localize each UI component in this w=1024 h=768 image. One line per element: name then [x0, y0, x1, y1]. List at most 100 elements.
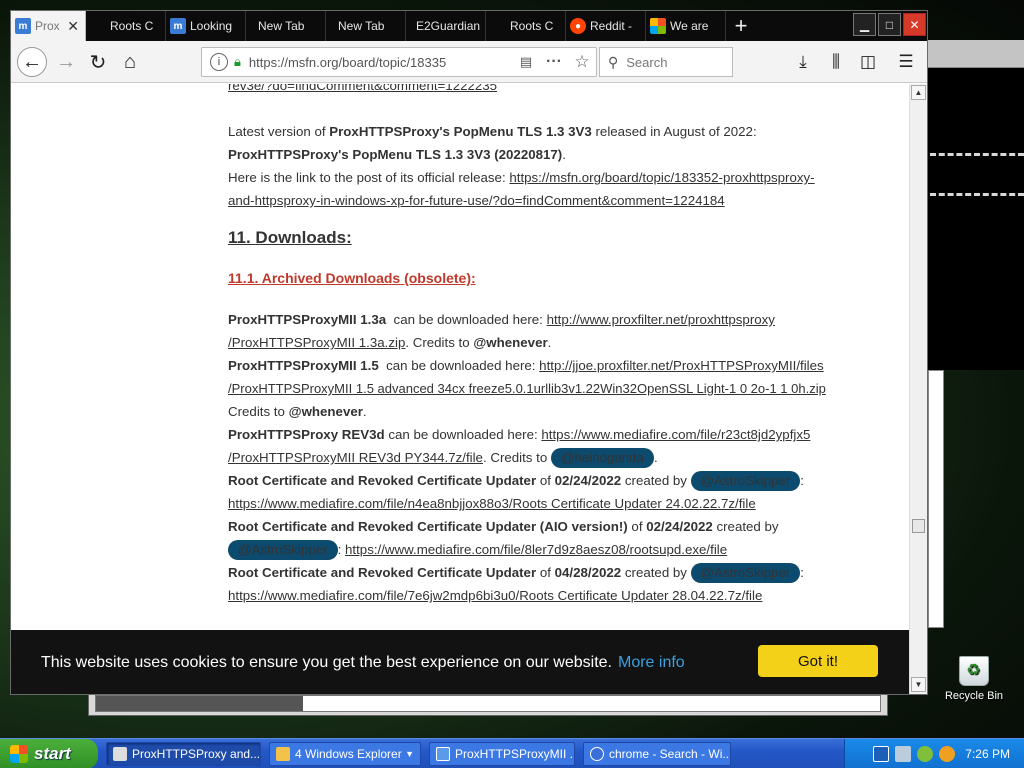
info-icon[interactable]: i — [210, 53, 228, 71]
recycle-bin-label: Recycle Bin — [944, 690, 1004, 702]
sidebar-icon[interactable]: ◫ — [853, 47, 883, 77]
tab-new-tab-1[interactable]: New Tab — [246, 11, 326, 41]
tab-bar: m Prox ✕ Roots C m Looking New Tab New T… — [11, 11, 927, 41]
text: Credits to — [228, 404, 289, 419]
taskbar-item-windows-explorer[interactable]: 4 Windows Explorer ▼ — [269, 741, 421, 766]
close-window-icon[interactable]: ✕ — [903, 13, 926, 36]
network-tray-icon[interactable] — [917, 746, 934, 762]
text: created by — [621, 565, 691, 580]
lock-icon[interactable]: 🔒︎ — [234, 54, 241, 70]
download-name: Root Certificate and Revoked Certificate… — [228, 565, 537, 580]
navigation-toolbar: ← → ↻ ⌂ i 🔒︎ https://msfn.org/board/topi… — [11, 41, 927, 83]
download-link[interactable]: https://www.mediafire.com/file/r23ct8jd2… — [541, 427, 810, 442]
tab-roots-1[interactable]: Roots C — [86, 11, 166, 41]
home-button[interactable]: ⌂ — [115, 47, 145, 77]
user-mention[interactable]: @whenever — [289, 404, 363, 419]
url-text[interactable]: https://msfn.org/board/topic/18335 — [249, 55, 512, 70]
background-terminal-window — [928, 40, 1024, 370]
user-mention-pill[interactable]: @AstroSkipper — [690, 471, 801, 491]
tab-label: Roots C — [110, 19, 154, 33]
background-progress-fill — [96, 696, 303, 711]
taskbar-item-proxhttpsproxymii[interactable]: ProxHTTPSProxyMII ... — [429, 741, 575, 766]
chevron-down-icon: ▼ — [405, 748, 414, 759]
maximize-icon[interactable]: □ — [878, 13, 901, 36]
release-link[interactable]: https://msfn.org/board/topic/183352-prox… — [509, 170, 814, 185]
download-link[interactable]: http://jjoe.proxfilter.net/ProxHTTPSProx… — [539, 358, 824, 373]
search-input[interactable]: ⚲ Search — [599, 47, 733, 77]
tab-proxhttpsproxy[interactable]: m Prox ✕ — [11, 11, 86, 41]
downloads-icon[interactable]: ⤓ — [788, 47, 818, 77]
tab-we-are[interactable]: We are — [646, 11, 726, 41]
forward-button[interactable]: → — [51, 47, 81, 77]
back-button[interactable]: ← — [17, 47, 47, 77]
app-icon — [436, 746, 450, 761]
start-button[interactable]: start — [0, 738, 98, 768]
download-link[interactable]: https://www.mediafire.com/file/8ler7d9z8… — [345, 542, 727, 557]
scroll-down-icon[interactable]: ▼ — [911, 677, 926, 692]
taskbar-item-chrome-search[interactable]: chrome - Search - Wi... — [583, 741, 731, 766]
security-tray-icon[interactable] — [873, 746, 890, 762]
download-link[interactable]: /ProxHTTPSProxyMII REV3d PY344.7z/file — [228, 450, 483, 465]
user-mention-pill[interactable]: @AstroSkipper — [690, 563, 801, 583]
archived-downloads-heading: 11.1. Archived Downloads (obsolete): — [228, 270, 476, 286]
minimize-icon[interactable]: ▁ — [853, 13, 876, 36]
tab-e2guardian[interactable]: E2Guardian — [406, 11, 486, 41]
download-name: Root Certificate and Revoked Certificate… — [228, 473, 537, 488]
recycle-bin-desktop-icon[interactable]: ♻ Recycle Bin — [942, 656, 1006, 702]
download-name: ProxHTTPSProxy REV3d — [228, 427, 385, 442]
text: created by — [712, 519, 779, 534]
menu-icon[interactable]: ☰ — [891, 47, 921, 77]
text: . Credits to — [482, 450, 551, 465]
tab-looking[interactable]: m Looking — [166, 11, 246, 41]
release-link[interactable]: and-httpsproxy-in-windows-xp-for-future-… — [228, 193, 725, 208]
scrollbar-thumb[interactable] — [912, 519, 925, 533]
download-link[interactable]: https://www.mediafire.com/file/n4ea8nbjj… — [228, 496, 756, 511]
tab-label: We are — [670, 19, 709, 33]
user-mention-pill[interactable]: @AstroSkipper — [228, 540, 338, 560]
search-tray-icon[interactable] — [939, 746, 956, 762]
tab-new-tab-2[interactable]: New Tab — [326, 11, 406, 41]
reload-icon: ↻ — [89, 51, 107, 74]
background-progress-field — [95, 695, 881, 712]
address-bar[interactable]: i 🔒︎ https://msfn.org/board/topic/18335 … — [201, 47, 597, 77]
library-icon[interactable]: ⫼ — [821, 47, 851, 77]
clock[interactable]: 7:26 PM — [965, 747, 1010, 761]
vertical-scrollbar[interactable]: ▲ ▼ — [909, 84, 927, 694]
new-tab-button[interactable]: + — [726, 11, 756, 41]
bookmark-star-icon[interactable]: ☆ — [568, 52, 596, 72]
user-mention-pill[interactable]: @heinoganda — [550, 448, 654, 468]
user-mention[interactable]: @whenever — [473, 335, 547, 350]
download-link[interactable]: http://www.proxfilter.net/proxhttpsproxy — [547, 312, 775, 327]
reload-button[interactable]: ↻ — [83, 47, 113, 77]
tab-reddit[interactable]: ● Reddit - — [566, 11, 646, 41]
text: of — [536, 565, 555, 580]
text: released in August of 2022: — [591, 124, 757, 139]
taskbar-item-proxhttpsproxy[interactable]: ProxHTTPSProxy and... — [106, 741, 261, 766]
search-icon: ⚲ — [608, 53, 619, 70]
shield-tray-icon[interactable] — [895, 746, 912, 762]
close-tab-icon[interactable]: ✕ — [67, 18, 79, 35]
more-info-link[interactable]: More info — [618, 654, 685, 672]
text: can be downloaded here: — [386, 312, 547, 327]
reader-view-icon[interactable]: ▤ — [512, 54, 540, 70]
page-actions-icon[interactable]: ··· — [540, 53, 568, 71]
comment-link[interactable]: rev3e/?do=findComment&comment=1222235 — [228, 84, 497, 93]
scroll-up-icon[interactable]: ▲ — [911, 85, 926, 100]
page-content: rev3e/?do=findComment&comment=1222235 La… — [11, 84, 909, 694]
download-link[interactable]: /ProxHTTPSProxyMII 1.3a.zip — [228, 335, 405, 350]
background-window-titlebar — [928, 40, 1024, 68]
tab-roots-2[interactable]: Roots C — [486, 11, 566, 41]
taskbar: start ProxHTTPSProxy and... 4 Windows Ex… — [0, 738, 1024, 768]
download-link[interactable]: /ProxHTTPSProxyMII 1.5 advanced 34cx fre… — [228, 381, 826, 396]
microsoft-favicon-icon — [650, 18, 666, 34]
tab-label: Prox — [35, 19, 60, 33]
article-body: rev3e/?do=findComment&comment=1222235 La… — [228, 84, 888, 607]
download-name: ProxHTTPSProxyMII 1.3a — [228, 312, 387, 327]
reddit-favicon-icon: ● — [570, 18, 586, 34]
tab-label: Looking — [190, 19, 233, 33]
got-it-button[interactable]: Got it! — [758, 645, 878, 677]
download-link[interactable]: https://www.mediafire.com/file/7e6jw2mdp… — [228, 588, 762, 603]
browser-window: m Prox ✕ Roots C m Looking New Tab New T… — [10, 10, 928, 695]
task-label: ProxHTTPSProxyMII ... — [455, 746, 575, 761]
msfn-favicon-icon: m — [170, 18, 186, 34]
